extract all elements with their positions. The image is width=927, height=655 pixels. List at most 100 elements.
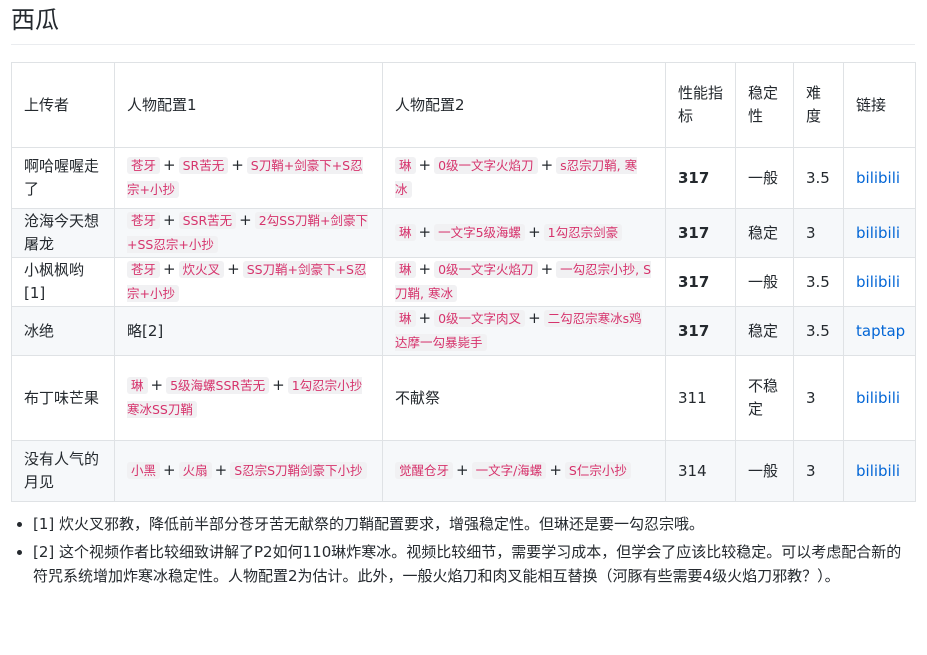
config-part: 一文字/海螺 (471, 462, 547, 479)
plus-separator: + (163, 461, 176, 479)
cell-uploader: 小枫枫哟[1] (11, 257, 115, 307)
config-part: 苍牙 (127, 212, 161, 229)
cell-stability: 一般 (735, 147, 794, 209)
config-part: 5级海螺SSR苦无 (166, 377, 270, 394)
video-link[interactable]: taptap (856, 322, 905, 340)
header-stability: 稳定性 (735, 62, 794, 148)
video-link[interactable]: bilibili (856, 273, 900, 291)
config-part: 苍牙 (127, 157, 161, 174)
cell-link: bilibili (843, 440, 916, 502)
plus-separator: + (150, 376, 164, 394)
plus-separator: + (456, 461, 469, 479)
cell-stability: 不稳定 (735, 355, 794, 441)
config-part: 琳 (395, 310, 416, 327)
video-link[interactable]: bilibili (856, 169, 900, 187)
plus-separator: + (227, 260, 240, 278)
header-score: 性能指标 (665, 62, 736, 148)
plus-separator: + (528, 223, 541, 241)
header-config1: 人物配置1 (114, 62, 383, 148)
plus-separator: + (231, 156, 244, 174)
cell-difficulty: 3.5 (793, 147, 844, 209)
config-part: 1勾忍宗剑豪 (543, 224, 623, 241)
cell-difficulty: 3 (793, 355, 844, 441)
table-header-row: 上传者 人物配置1 人物配置2 性能指标 稳定性 难度 链接 (11, 62, 916, 148)
cell-config1: 苍牙 + 炊火叉 + SS刀鞘+剑豪下+S忍宗+小抄 (114, 257, 383, 307)
cell-uploader: 布丁味芒果 (11, 355, 115, 441)
plus-separator: + (272, 376, 285, 394)
video-link[interactable]: bilibili (856, 389, 900, 407)
plus-separator: + (418, 309, 432, 327)
cell-config2: 琳 +0级一文字肉叉 + 二勾忍宗寒冰s鸡达摩一勾暴毙手 (382, 306, 666, 356)
plus-separator: + (239, 211, 252, 229)
plus-separator: + (163, 156, 176, 174)
cell-stability: 稳定 (735, 208, 794, 258)
cell-config1: 略[2] (114, 306, 383, 356)
cell-score: 317 (665, 208, 736, 258)
plus-separator: + (214, 461, 228, 479)
cell-config2: 觉醒仓牙 + 一文字/海螺 + S仁宗小抄 (382, 440, 666, 502)
cell-score: 317 (665, 257, 736, 307)
config-part: 琳 (395, 261, 416, 278)
cell-link: bilibili (843, 355, 916, 441)
cell-stability: 稳定 (735, 306, 794, 356)
plus-separator: + (528, 309, 541, 327)
table-row: 小枫枫哟[1] 苍牙 + 炊火叉 + SS刀鞘+剑豪下+S忍宗+小抄琳 +0级一文字火焰刀 +… (11, 257, 916, 307)
cell-difficulty: 3 (793, 440, 844, 502)
plus-separator: + (540, 260, 554, 278)
config-part: 小黑 (127, 462, 161, 479)
cell-link: bilibili (843, 147, 916, 209)
table-row: 啊哈喔喔走了 苍牙 + SR苦无 + S刀鞘+剑豪下+S忍宗+小抄琳 +0级一文字火焰刀 + s… (11, 147, 916, 209)
cell-stability: 一般 (735, 440, 794, 502)
plus-separator: + (163, 260, 176, 278)
plus-separator: + (418, 156, 432, 174)
config-part: 0级一文字肉叉 (434, 310, 526, 327)
cell-config2: 不献祭 (382, 355, 666, 441)
cell-config1: 苍牙 + SR苦无 + S刀鞘+剑豪下+S忍宗+小抄 (114, 147, 383, 209)
cell-link: bilibili (843, 208, 916, 258)
config-part: 一文字5级海螺 (434, 224, 526, 241)
footnote-2: [2] 这个视频作者比较细致讲解了P2如何110琳炸寒冰。视频比较细节，需要学习… (33, 540, 915, 588)
cell-difficulty: 3.5 (793, 257, 844, 307)
page-title: 西瓜 (11, 0, 915, 45)
video-link[interactable]: bilibili (856, 224, 900, 242)
cell-config2: 琳 +0级一文字火焰刀 + 一勾忍宗小抄, S刀鞘, 寒冰 (382, 257, 666, 307)
plus-separator: + (418, 223, 432, 241)
cell-difficulty: 3.5 (793, 306, 844, 356)
video-link[interactable]: bilibili (856, 462, 900, 480)
table-row: 沧海今天想屠龙 苍牙 + SSR苦无 +2勾SS刀鞘+剑豪下+SS忍宗+小抄琳 + 一文字5… (11, 208, 916, 258)
cell-score: 311 (665, 355, 736, 441)
header-config2: 人物配置2 (382, 62, 666, 148)
footnotes: [1] 炊火叉邪教，降低前半部分苍牙苦无献祭的刀鞘配置要求，增强稳定性。但琳还是… (11, 512, 915, 588)
footnote-1: [1] 炊火叉邪教，降低前半部分苍牙苦无献祭的刀鞘配置要求，增强稳定性。但琳还是… (33, 512, 915, 536)
config-part: SR苦无 (178, 157, 229, 174)
config-part: S忍宗S刀鞘剑豪下小抄 (230, 462, 367, 479)
table-row: 布丁味芒果琳 +5级海螺SSR苦无 +1勾忍宗小抄寒冰SS刀鞘 不献祭 311 不稳定 3 b… (11, 355, 916, 441)
cell-uploader: 沧海今天想屠龙 (11, 208, 115, 258)
config-part: SSR苦无 (178, 212, 237, 229)
cell-uploader: 啊哈喔喔走了 (11, 147, 115, 209)
config-part: 0级一文字火焰刀 (434, 157, 538, 174)
cell-score: 317 (665, 147, 736, 209)
cell-config1: 琳 +5级海螺SSR苦无 +1勾忍宗小抄寒冰SS刀鞘 (114, 355, 383, 441)
cell-uploader: 冰绝 (11, 306, 115, 356)
cell-config2: 琳 + 一文字5级海螺 +1勾忍宗剑豪 (382, 208, 666, 258)
config-part: S仁宗小抄 (564, 462, 631, 479)
config-part: 琳 (395, 224, 416, 241)
cell-config1: 小黑 + 火扇 + S忍宗S刀鞘剑豪下小抄 (114, 440, 383, 502)
config-part: 琳 (127, 377, 148, 394)
plus-separator: + (549, 461, 562, 479)
config-part: 觉醒仓牙 (395, 462, 454, 479)
config-part: 炊火叉 (178, 261, 225, 278)
plus-separator: + (540, 156, 554, 174)
config-part: 0级一文字火焰刀 (434, 261, 538, 278)
cell-config2: 琳 +0级一文字火焰刀 + s忍宗刀鞘, 寒冰 (382, 147, 666, 209)
cell-config1: 苍牙 + SSR苦无 +2勾SS刀鞘+剑豪下+SS忍宗+小抄 (114, 208, 383, 258)
cell-link: bilibili (843, 257, 916, 307)
header-uploader: 上传者 (11, 62, 115, 148)
plus-separator: + (418, 260, 432, 278)
build-table: 上传者 人物配置1 人物配置2 性能指标 稳定性 难度 链接 啊哈喔喔走了 苍牙 +… (11, 62, 916, 502)
cell-score: 314 (665, 440, 736, 502)
config-part: 琳 (395, 157, 416, 174)
header-link: 链接 (843, 62, 916, 148)
config-part: 火扇 (178, 462, 212, 479)
